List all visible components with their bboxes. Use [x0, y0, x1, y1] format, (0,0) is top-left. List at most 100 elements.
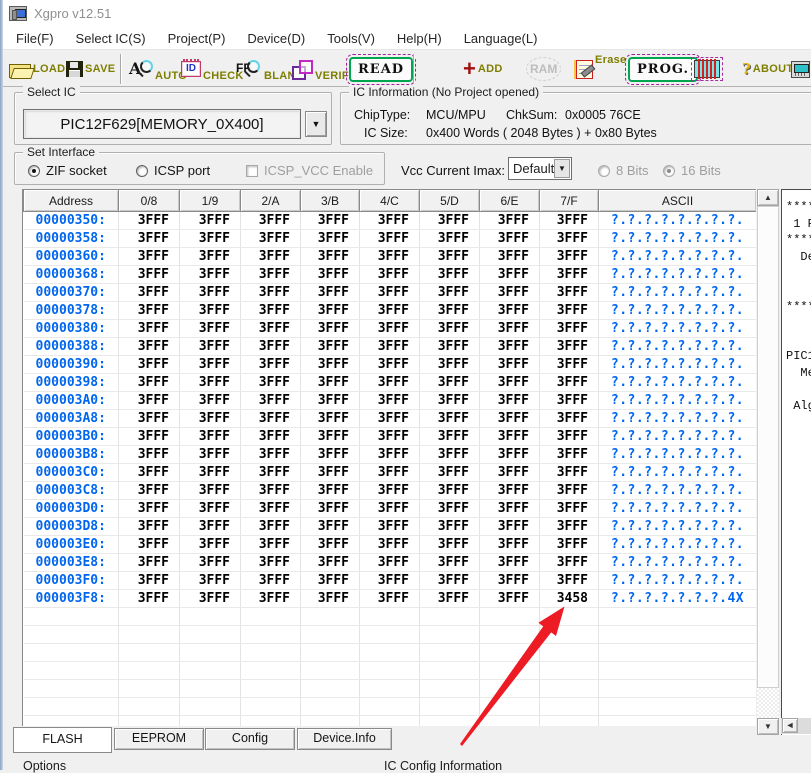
vcc-current-select[interactable]: Default ▼ [508, 157, 572, 180]
hex-value-cell[interactable]: 3FFF [301, 428, 360, 446]
hex-value-cell[interactable]: 3FFF [540, 500, 599, 518]
ascii-cell[interactable]: ?.?.?.?.?.?.?.?. [599, 374, 757, 392]
hex-value-cell[interactable]: 3FFF [420, 518, 480, 536]
hex-value-cell[interactable]: 3FFF [241, 230, 301, 248]
menu-item-file-f-[interactable]: File(F) [5, 31, 65, 46]
add-button[interactable]: + ADD [463, 50, 503, 88]
hex-value-cell[interactable]: 3FFF [119, 410, 180, 428]
menu-item-device-d-[interactable]: Device(D) [236, 31, 316, 46]
hex-value-cell[interactable]: 3FFF [540, 518, 599, 536]
hex-value-cell[interactable]: 3FFF [420, 392, 480, 410]
hex-value-cell[interactable]: 3FFF [301, 572, 360, 590]
ascii-cell[interactable]: ?.?.?.?.?.?.?.?. [599, 230, 757, 248]
hex-value-cell[interactable]: 3FFF [480, 464, 540, 482]
ascii-cell[interactable]: ?.?.?.?.?.?.?.?. [599, 410, 757, 428]
hex-value-cell[interactable]: 3FFF [360, 374, 420, 392]
hex-value-cell[interactable]: 3FFF [480, 284, 540, 302]
hex-value-cell[interactable]: 3FFF [420, 212, 480, 230]
hex-value-cell[interactable]: 3FFF [420, 320, 480, 338]
hex-value-cell[interactable]: 3FFF [241, 554, 301, 572]
hex-value-cell[interactable]: 3FFF [241, 392, 301, 410]
hex-value-cell[interactable]: 3FFF [180, 518, 241, 536]
tab-flash[interactable]: FLASH [13, 727, 112, 753]
hex-value-cell[interactable]: 3FFF [420, 590, 480, 608]
hex-value-cell[interactable]: 3FFF [180, 248, 241, 266]
hex-value-cell[interactable]: 3FFF [480, 572, 540, 590]
hex-value-cell[interactable]: 3FFF [360, 302, 420, 320]
hex-value-cell[interactable]: 3FFF [480, 338, 540, 356]
hex-value-cell[interactable]: 3FFF [360, 410, 420, 428]
hex-value-cell[interactable]: 3FFF [540, 554, 599, 572]
programmer-device-button[interactable] [791, 50, 810, 88]
hex-value-cell[interactable]: 3FFF [360, 590, 420, 608]
scrollbar-thumb[interactable] [757, 206, 779, 688]
hex-value-cell[interactable]: 3FFF [301, 464, 360, 482]
hex-value-cell[interactable]: 3FFF [420, 428, 480, 446]
hex-value-cell[interactable]: 3FFF [480, 374, 540, 392]
hex-value-cell[interactable]: 3FFF [360, 356, 420, 374]
hex-value-cell[interactable]: 3FFF [241, 338, 301, 356]
hex-value-cell[interactable]: 3FFF [420, 338, 480, 356]
ascii-cell[interactable]: ?.?.?.?.?.?.?.?. [599, 482, 757, 500]
hex-value-cell[interactable]: 3FFF [420, 248, 480, 266]
hex-value-cell[interactable]: 3FFF [420, 230, 480, 248]
hex-value-cell[interactable]: 3FFF [180, 284, 241, 302]
hex-value-cell[interactable]: 3FFF [119, 482, 180, 500]
hex-value-cell[interactable]: 3FFF [180, 356, 241, 374]
hex-value-cell[interactable]: 3FFF [241, 266, 301, 284]
ic-dropdown-button[interactable]: ▼ [305, 111, 327, 137]
hex-value-cell[interactable]: 3FFF [540, 248, 599, 266]
hex-value-cell[interactable]: 3FFF [241, 428, 301, 446]
hex-value-cell[interactable]: 3FFF [480, 266, 540, 284]
hex-value-cell[interactable]: 3FFF [301, 446, 360, 464]
ascii-cell[interactable]: ?.?.?.?.?.?.?.?. [599, 554, 757, 572]
load-button[interactable]: LOAD [9, 50, 65, 88]
menu-item-select-ic-s-[interactable]: Select IC(S) [65, 31, 157, 46]
ascii-cell[interactable]: ?.?.?.?.?.?.?.?. [599, 536, 757, 554]
ascii-cell[interactable]: ?.?.?.?.?.?.?.?. [599, 284, 757, 302]
hex-value-cell[interactable]: 3FFF [119, 464, 180, 482]
hex-value-cell[interactable]: 3FFF [241, 320, 301, 338]
hex-value-cell[interactable]: 3FFF [301, 590, 360, 608]
hex-value-cell[interactable]: 3FFF [420, 554, 480, 572]
hex-value-cell[interactable]: 3FFF [301, 212, 360, 230]
hex-value-cell[interactable]: 3FFF [360, 392, 420, 410]
hex-value-cell[interactable]: 3FFF [241, 248, 301, 266]
hex-value-cell[interactable]: 3FFF [420, 410, 480, 428]
zif-socket-radio[interactable]: ZIF socket [28, 162, 107, 180]
hex-value-cell[interactable]: 3FFF [420, 482, 480, 500]
hex-value-cell[interactable]: 3FFF [180, 428, 241, 446]
ascii-cell[interactable]: ?.?.?.?.?.?.?.?. [599, 320, 757, 338]
hex-value-cell[interactable]: 3FFF [119, 212, 180, 230]
hex-value-cell[interactable]: 3FFF [480, 356, 540, 374]
hex-value-cell[interactable]: 3FFF [119, 590, 180, 608]
hex-value-cell[interactable]: 3FFF [420, 284, 480, 302]
hex-value-cell[interactable]: 3FFF [480, 212, 540, 230]
scroll-up-button[interactable]: ▲ [757, 189, 779, 206]
hex-value-cell[interactable]: 3FFF [360, 518, 420, 536]
hex-value-cell[interactable]: 3FFF [360, 248, 420, 266]
hex-value-cell[interactable]: 3FFF [301, 266, 360, 284]
hex-value-cell[interactable]: 3FFF [119, 284, 180, 302]
verify-button[interactable]: VERIFY [291, 50, 357, 88]
hex-value-cell[interactable]: 3FFF [480, 518, 540, 536]
hex-value-cell[interactable]: 3FFF [180, 266, 241, 284]
prog-button[interactable]: PROG. [628, 50, 698, 88]
vcc-dropdown-button[interactable]: ▼ [554, 159, 570, 178]
hex-value-cell[interactable]: 3FFF [119, 248, 180, 266]
hex-value-cell[interactable]: 3FFF [301, 284, 360, 302]
save-button[interactable]: SAVE [66, 50, 115, 88]
hex-value-cell[interactable]: 3FFF [360, 554, 420, 572]
icsp-port-radio[interactable]: ICSP port [136, 162, 210, 180]
ascii-cell[interactable]: ?.?.?.?.?.?.?.?. [599, 518, 757, 536]
hex-value-cell[interactable]: 3FFF [301, 518, 360, 536]
hex-value-cell[interactable]: 3FFF [180, 500, 241, 518]
hex-value-cell[interactable]: 3FFF [301, 374, 360, 392]
hex-value-cell[interactable]: 3FFF [540, 410, 599, 428]
hex-value-cell[interactable]: 3FFF [420, 500, 480, 518]
hex-value-cell[interactable]: 3FFF [540, 374, 599, 392]
hex-value-cell[interactable]: 3FFF [540, 464, 599, 482]
hex-value-cell[interactable]: 3FFF [480, 302, 540, 320]
ascii-cell[interactable]: ?.?.?.?.?.?.?.?. [599, 248, 757, 266]
hex-value-cell[interactable]: 3FFF [301, 392, 360, 410]
